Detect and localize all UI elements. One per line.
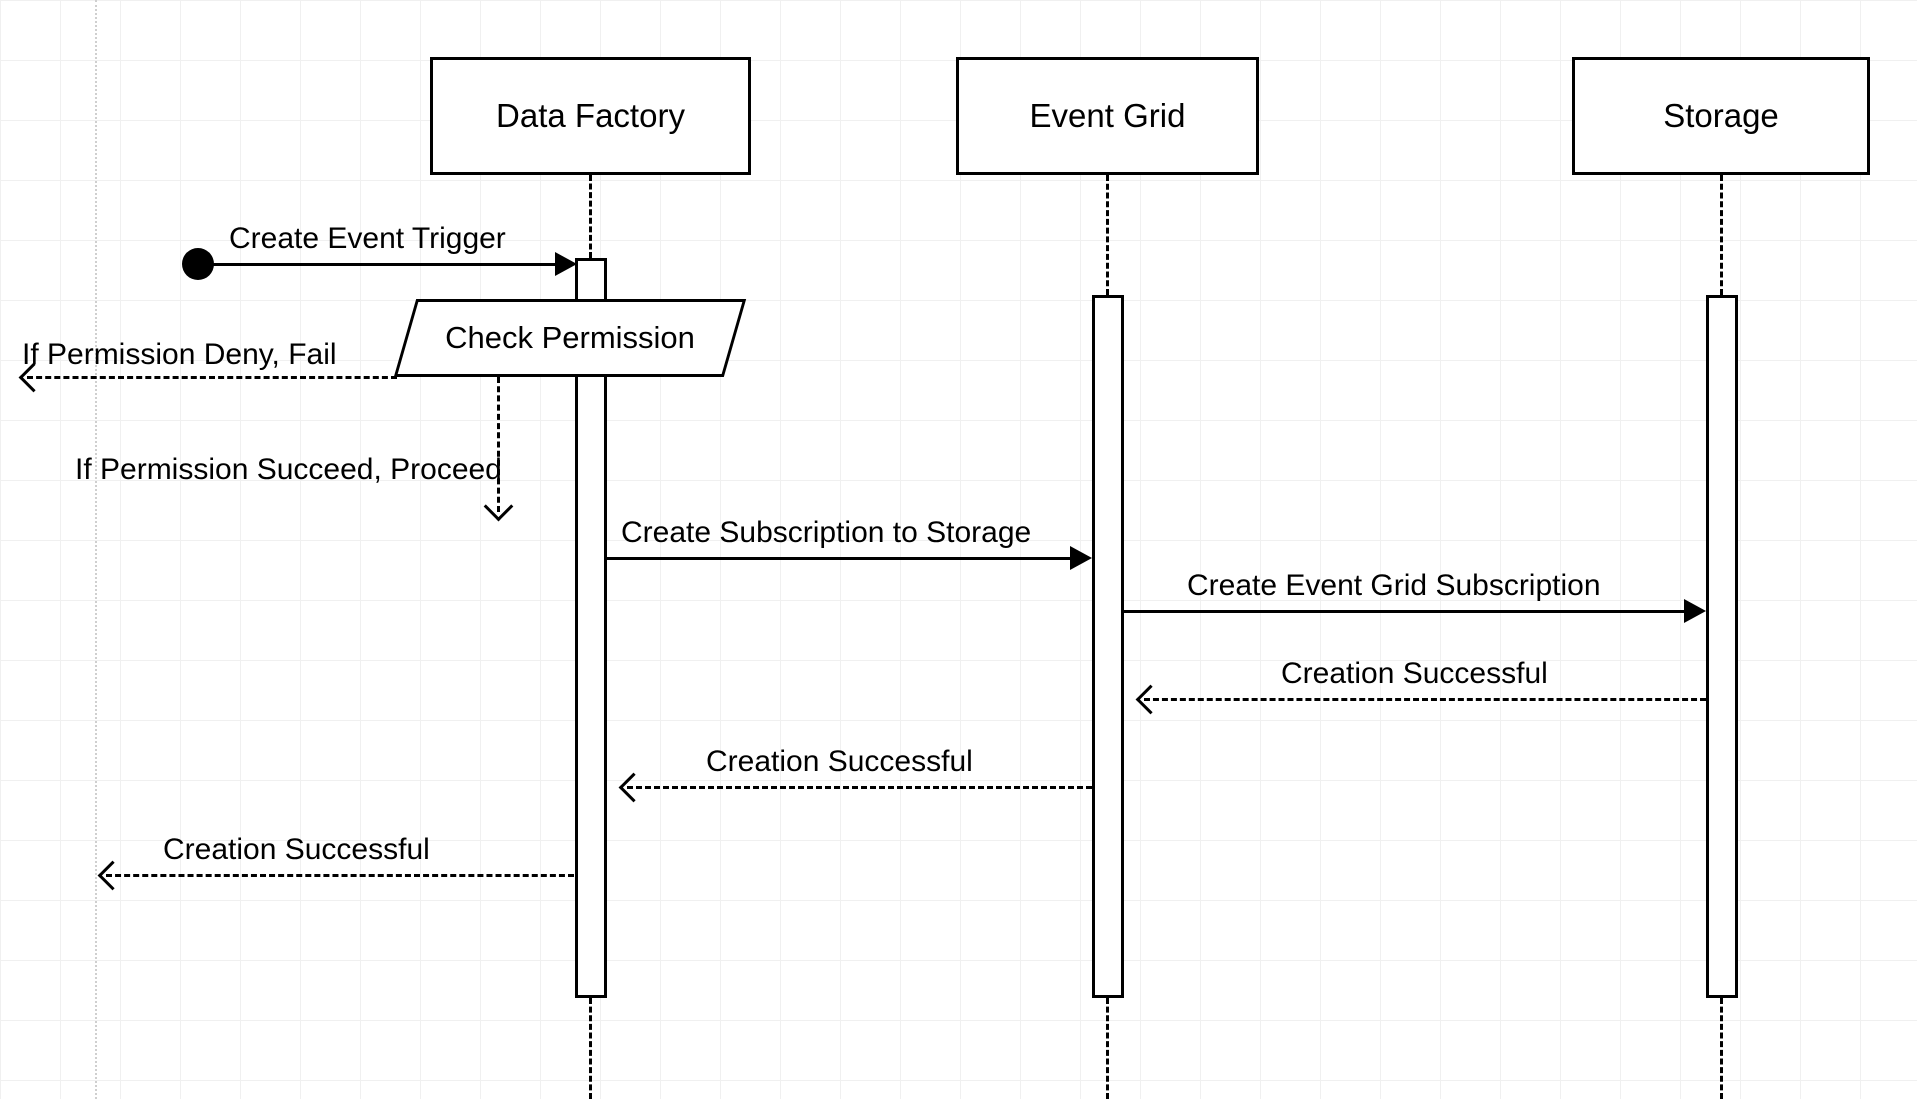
msg-sub-storage-arrowhead	[1070, 546, 1092, 570]
msg-eg-sub-arrowhead	[1684, 599, 1706, 623]
msg-sub-storage-label: Create Subscription to Storage	[621, 516, 1031, 550]
lifeline-storage-bottom	[1720, 998, 1723, 1099]
activation-storage	[1706, 295, 1738, 998]
activation-event-grid	[1092, 295, 1124, 998]
msg-success2-line	[627, 786, 1092, 789]
lifeline-event-grid-bottom	[1106, 998, 1109, 1099]
lifeline-event-grid-top	[1106, 175, 1109, 295]
participant-storage-label: Storage	[1663, 97, 1779, 135]
msg-success3-label: Creation Successful	[163, 833, 430, 867]
msg-eg-sub-line	[1124, 610, 1686, 613]
msg-sub-storage-line	[607, 557, 1072, 560]
participant-data-factory: Data Factory	[430, 57, 751, 175]
left-ruler	[95, 0, 97, 1099]
start-node	[182, 248, 214, 280]
lifeline-data-factory-top	[589, 175, 592, 258]
msg-success1-label: Creation Successful	[1281, 657, 1548, 691]
msg-success1-line	[1144, 698, 1706, 701]
msg-create-trigger-label: Create Event Trigger	[229, 222, 506, 256]
process-check-permission-label: Check Permission	[408, 302, 732, 374]
msg-eg-sub-label: Create Event Grid Subscription	[1187, 569, 1601, 603]
lifeline-storage-top	[1720, 175, 1723, 295]
msg-create-trigger-arrowhead	[555, 252, 577, 276]
msg-deny-label: If Permission Deny, Fail	[22, 338, 337, 372]
participant-storage: Storage	[1572, 57, 1870, 175]
msg-deny-line	[27, 376, 397, 379]
msg-succeed-label: If Permission Succeed, Proceed	[75, 453, 502, 487]
participant-event-grid: Event Grid	[956, 57, 1259, 175]
lifeline-data-factory-bottom	[589, 998, 592, 1099]
participant-event-grid-label: Event Grid	[1030, 97, 1186, 135]
msg-success3-line	[106, 874, 574, 877]
participant-data-factory-label: Data Factory	[496, 97, 685, 135]
msg-create-trigger-line	[212, 263, 557, 266]
process-check-permission: Check Permission	[394, 299, 746, 377]
msg-success2-label: Creation Successful	[706, 745, 973, 779]
